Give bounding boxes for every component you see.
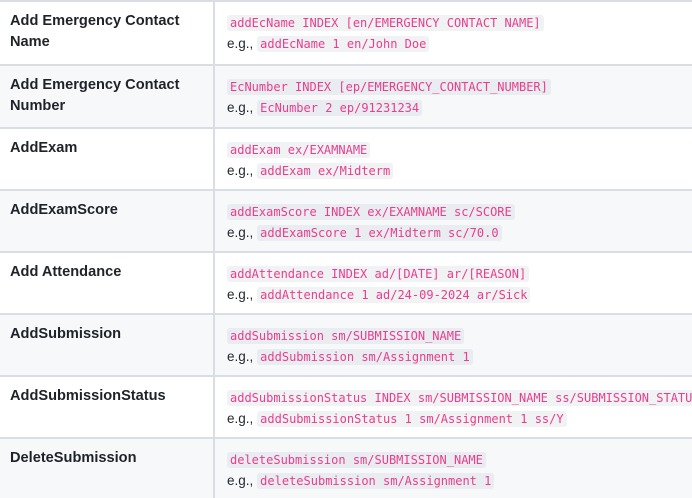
format-cell: addExamScore INDEX ex/EXAMNAME sc/SCORE … (213, 189, 692, 253)
example-code: addEcName 1 en/John Doe (257, 36, 430, 52)
action-cell: Add Attendance (0, 251, 214, 315)
example-code: addExamScore 1 ex/Midterm sc/70.0 (257, 225, 502, 241)
action-cell: Add Emergency Contact Name (0, 0, 214, 66)
table-row: AddSubmission addSubmission sm/SUBMISSIO… (0, 313, 692, 377)
example-code: addExam ex/Midterm (257, 163, 394, 179)
table-row: Add Emergency Contact Name addEcName IND… (0, 0, 692, 66)
format-code: EcNumber INDEX [ep/EMERGENCY_CONTACT_NUM… (227, 79, 551, 95)
format-cell: EcNumber INDEX [ep/EMERGENCY_CONTACT_NUM… (213, 64, 692, 129)
example-prefix: e.g., (227, 349, 254, 364)
example-prefix: e.g., (227, 163, 254, 178)
format-code: addAttendance INDEX ad/[DATE] ar/[REASON… (227, 266, 530, 282)
table-row: AddExam addExam ex/EXAMNAME e.g., addExa… (0, 127, 692, 191)
format-code: addEcName INDEX [en/EMERGENCY CONTACT NA… (227, 15, 544, 31)
table-row: Add Attendance addAttendance INDEX ad/[D… (0, 251, 692, 315)
action-cell: AddExam (0, 127, 214, 191)
table-row: AddExamScore addExamScore INDEX ex/EXAMN… (0, 189, 692, 253)
example-prefix: e.g., (227, 287, 254, 302)
format-cell: addSubmission sm/SUBMISSION_NAME e.g., a… (213, 313, 692, 377)
example-code: addAttendance 1 ad/24-09-2024 ar/Sick (257, 287, 531, 303)
action-cell: DeleteSubmission (0, 437, 214, 498)
action-cell: AddSubmission (0, 313, 214, 377)
format-cell: deleteSubmission sm/SUBMISSION_NAME e.g.… (213, 437, 692, 498)
command-summary-table-container: Add Emergency Contact Name addEcName IND… (0, 0, 692, 498)
action-cell: AddSubmissionStatus (0, 375, 214, 439)
format-cell: addExam ex/EXAMNAME e.g., addExam ex/Mid… (213, 127, 692, 191)
example-prefix: e.g., (227, 225, 254, 240)
table-row: AddSubmissionStatus addSubmissionStatus … (0, 375, 692, 439)
format-code: addExamScore INDEX ex/EXAMNAME sc/SCORE (227, 204, 515, 220)
example-code: EcNumber 2 ep/91231234 (257, 100, 423, 116)
format-code: addSubmissionStatus INDEX sm/SUBMISSION_… (227, 390, 692, 406)
example-code: deleteSubmission sm/Assignment 1 (257, 473, 495, 489)
format-cell: addAttendance INDEX ad/[DATE] ar/[REASON… (213, 251, 692, 315)
action-cell: AddExamScore (0, 189, 214, 253)
example-prefix: e.g., (227, 36, 254, 51)
table-row: Add Emergency Contact Number EcNumber IN… (0, 64, 692, 129)
example-code: addSubmissionStatus 1 sm/Assignment 1 ss… (257, 411, 567, 427)
format-code: deleteSubmission sm/SUBMISSION_NAME (227, 452, 486, 468)
command-summary-table: Add Emergency Contact Name addEcName IND… (0, 0, 692, 498)
format-cell: addEcName INDEX [en/EMERGENCY CONTACT NA… (213, 0, 692, 66)
format-code: addSubmission sm/SUBMISSION_NAME (227, 328, 465, 344)
example-code: addSubmission sm/Assignment 1 (257, 349, 473, 365)
example-prefix: e.g., (227, 100, 254, 115)
format-code: addExam ex/EXAMNAME (227, 142, 371, 158)
example-prefix: e.g., (227, 473, 254, 488)
table-row: DeleteSubmission deleteSubmission sm/SUB… (0, 437, 692, 498)
example-prefix: e.g., (227, 411, 254, 426)
action-cell: Add Emergency Contact Number (0, 64, 214, 129)
format-cell: addSubmissionStatus INDEX sm/SUBMISSION_… (213, 375, 692, 439)
